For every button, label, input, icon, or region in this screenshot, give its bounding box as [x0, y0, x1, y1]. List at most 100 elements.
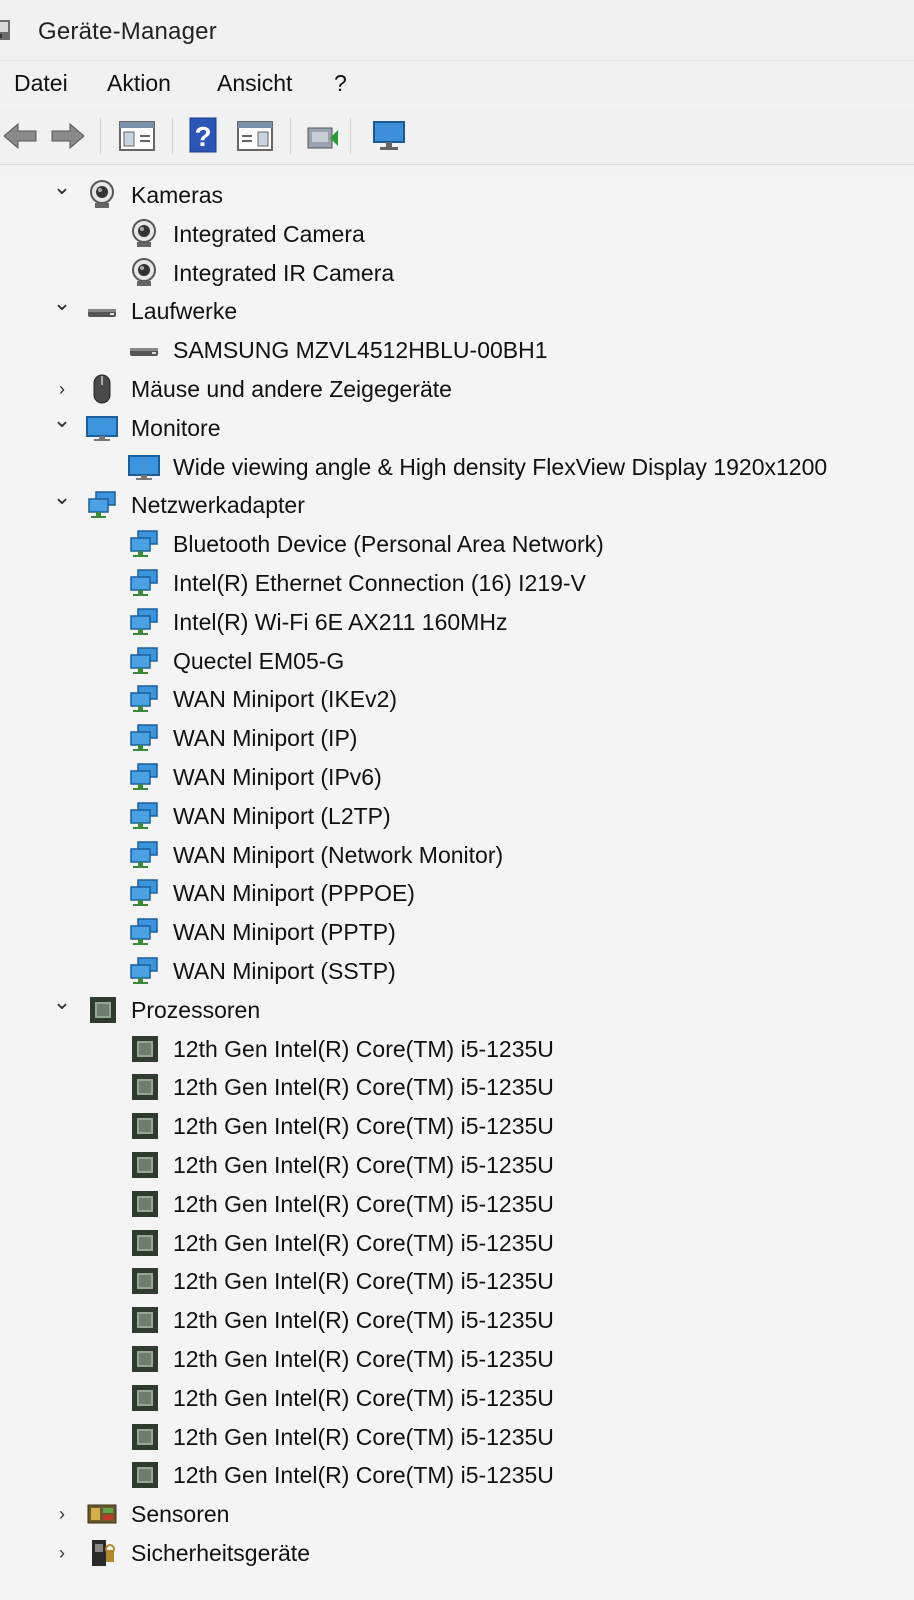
tree-device[interactable]: 12th Gen Intel(R) Core(TM) i5-1235U [0, 1456, 914, 1494]
menu-help[interactable]: ? [330, 68, 351, 99]
processor-icon [128, 1034, 160, 1064]
toolbar-separator [290, 118, 291, 154]
tree-item-label: 12th Gen Intel(R) Core(TM) i5-1235U [173, 1229, 554, 1256]
tree-device[interactable]: 12th Gen Intel(R) Core(TM) i5-1235U [0, 1030, 914, 1068]
tree-device[interactable]: WAN Miniport (IKEv2) [0, 680, 914, 718]
tree-device[interactable]: 12th Gen Intel(R) Core(TM) i5-1235U [0, 1418, 914, 1456]
device-manager-app-icon [0, 20, 10, 40]
processor-icon [128, 1266, 160, 1296]
tree-device[interactable]: Integrated Camera [0, 215, 914, 253]
tree-category[interactable]: ⌄ Monitore [0, 407, 914, 447]
tree-device[interactable]: WAN Miniport (PPTP) [0, 913, 914, 951]
tree-device[interactable]: WAN Miniport (PPPOE) [0, 874, 914, 912]
tree-device[interactable]: Bluetooth Device (Personal Area Network) [0, 525, 914, 563]
tree-item-label: 12th Gen Intel(R) Core(TM) i5-1235U [173, 1035, 554, 1062]
tree-device[interactable]: 12th Gen Intel(R) Core(TM) i5-1235U [0, 1262, 914, 1300]
chevron-down-icon[interactable]: ⌄ [52, 291, 72, 315]
security-icon [86, 1538, 118, 1568]
tree-device[interactable]: 12th Gen Intel(R) Core(TM) i5-1235U [0, 1379, 914, 1417]
tree-item-label: Intel(R) Wi-Fi 6E AX211 160MHz [173, 608, 508, 635]
tree-device[interactable]: Integrated IR Camera [0, 254, 914, 292]
camera-icon [128, 218, 160, 249]
tree-item-label: 12th Gen Intel(R) Core(TM) i5-1235U [173, 1190, 554, 1217]
network-icon [128, 801, 160, 831]
camera-icon [128, 257, 160, 288]
tree-device[interactable]: 12th Gen Intel(R) Core(TM) i5-1235U [0, 1107, 914, 1145]
tree-device[interactable]: WAN Miniport (SSTP) [0, 952, 914, 990]
chevron-down-icon[interactable]: ⌄ [52, 175, 72, 199]
tree-device[interactable]: WAN Miniport (IPv6) [0, 758, 914, 796]
tree-device[interactable]: Quectel EM05-G [0, 642, 914, 680]
tree-item-label: Monitore [131, 414, 221, 441]
menu-aktion[interactable]: Aktion [103, 68, 175, 99]
tree-item-label: WAN Miniport (SSTP) [173, 958, 396, 984]
processor-icon [128, 1344, 160, 1374]
mouse-icon [86, 374, 118, 404]
tree-device[interactable]: SAMSUNG MZVL4512HBLU-00BH1 [0, 331, 914, 369]
toolbar-separator [100, 118, 101, 154]
chevron-down-icon[interactable]: ⌄ [52, 485, 72, 509]
chevron-down-icon[interactable]: ⌄ [52, 407, 72, 432]
show-action-pane-button[interactable] [236, 116, 276, 156]
tree-device[interactable]: Intel(R) Ethernet Connection (16) I219-V [0, 564, 914, 602]
svg-text:?: ? [194, 121, 211, 152]
tree-device[interactable]: Wide viewing angle & High density FlexVi… [0, 448, 914, 486]
processor-icon [128, 1460, 160, 1490]
tree-device[interactable]: 12th Gen Intel(R) Core(TM) i5-1235U [0, 1068, 914, 1106]
chevron-right-icon[interactable]: › [52, 1502, 72, 1526]
sensor-icon [86, 1499, 118, 1529]
menu-datei[interactable]: Datei [10, 68, 72, 99]
menu-ansicht[interactable]: Ansicht [213, 68, 296, 99]
tree-device[interactable]: 12th Gen Intel(R) Core(TM) i5-1235U [0, 1185, 914, 1223]
tree-category[interactable]: › Sensoren [0, 1495, 914, 1533]
help-button[interactable]: ? [186, 116, 226, 156]
forward-button[interactable] [48, 116, 88, 156]
tree-category[interactable]: ⌄ Prozessoren [0, 989, 914, 1029]
tree-item-label: 12th Gen Intel(R) Core(TM) i5-1235U [173, 1346, 554, 1372]
chevron-right-icon[interactable]: › [52, 377, 72, 401]
chevron-right-icon[interactable]: › [52, 1541, 72, 1565]
processor-icon [128, 1383, 160, 1413]
tree-device[interactable]: WAN Miniport (IP) [0, 719, 914, 757]
tree-item-label: WAN Miniport (L2TP) [173, 802, 391, 829]
tree-category[interactable]: ⌄ Kameras [0, 175, 914, 214]
tree-category[interactable]: › Sicherheitsgeräte [0, 1534, 914, 1572]
monitor-icon [128, 452, 160, 482]
tree-category[interactable]: › Mäuse und andere Zeigegeräte [0, 370, 914, 408]
tree-device[interactable]: 12th Gen Intel(R) Core(TM) i5-1235U [0, 1340, 914, 1378]
tree-item-label: Integrated IR Camera [173, 259, 395, 286]
toolbar: ? [0, 108, 914, 165]
tree-device[interactable]: WAN Miniport (L2TP) [0, 797, 914, 835]
camera-icon [86, 180, 118, 210]
tree-item-label: Netzwerkadapter [131, 492, 305, 519]
back-button[interactable] [0, 116, 40, 156]
tree-device[interactable]: 12th Gen Intel(R) Core(TM) i5-1235U [0, 1301, 914, 1339]
tree-category[interactable]: ⌄ Laufwerke [0, 291, 914, 330]
tree-item-label: 12th Gen Intel(R) Core(TM) i5-1235U [173, 1423, 554, 1450]
tree-category[interactable]: ⌄ Netzwerkadapter [0, 485, 914, 524]
tree-device[interactable]: WAN Miniport (Network Monitor) [0, 836, 914, 874]
tree-item-label: Kameras [131, 182, 224, 208]
processor-icon [86, 995, 118, 1025]
drive-icon [86, 296, 118, 326]
network-icon [128, 762, 160, 792]
tree-item-label: Laufwerke [131, 298, 238, 325]
processor-icon [128, 1228, 160, 1258]
tree-item-label: WAN Miniport (IP) [173, 725, 358, 752]
toolbar-separator [350, 118, 351, 154]
tree-device[interactable]: 12th Gen Intel(R) Core(TM) i5-1235U [0, 1146, 914, 1184]
network-icon [128, 917, 160, 947]
update-driver-button[interactable] [302, 116, 342, 156]
scan-hardware-button[interactable] [370, 116, 410, 156]
tree-item-label: 12th Gen Intel(R) Core(TM) i5-1235U [173, 1462, 554, 1489]
menu-bar: Datei Aktion Ansicht ? [0, 62, 914, 104]
tree-device[interactable]: 12th Gen Intel(R) Core(TM) i5-1235U [0, 1224, 914, 1262]
tree-item-label: WAN Miniport (PPTP) [173, 919, 396, 946]
processor-icon [128, 1305, 160, 1335]
tree-device[interactable]: Intel(R) Wi-Fi 6E AX211 160MHz [0, 603, 914, 641]
tree-item-label: Bluetooth Device (Personal Area Network) [173, 531, 604, 558]
chevron-down-icon[interactable]: ⌄ [52, 989, 72, 1014]
show-hide-console-tree-button[interactable] [118, 116, 158, 156]
network-icon [128, 840, 160, 870]
tree-item-label: WAN Miniport (IKEv2) [173, 686, 398, 713]
